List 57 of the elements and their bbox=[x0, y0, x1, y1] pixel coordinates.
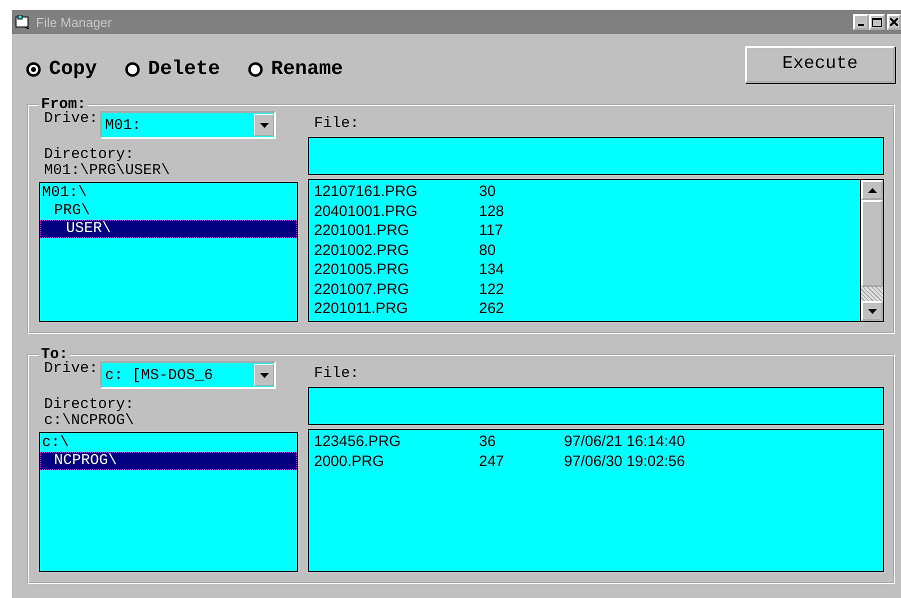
tree-item[interactable]: c:\ bbox=[40, 434, 297, 452]
tree-item[interactable]: NCPROG\ bbox=[40, 452, 297, 470]
list-cell-text: 122 bbox=[479, 280, 506, 299]
scroll-up-icon[interactable] bbox=[861, 180, 883, 200]
radio-icon[interactable] bbox=[248, 62, 264, 76]
minimize-icon[interactable] bbox=[853, 14, 869, 30]
file-list[interactable]: 123456.PRG 36 97/06/21 16:14:40 2000.PRG 247 97/06/30 19:02:56 bbox=[308, 429, 884, 572]
scrollbar[interactable] bbox=[860, 180, 883, 321]
list-cell-text: 30 bbox=[479, 182, 497, 202]
list-cell-text: 36 bbox=[479, 432, 497, 452]
directory-label: Directory: bbox=[44, 397, 136, 413]
list-cell-text: 262 bbox=[479, 299, 506, 318]
list-cell-text: 2201001.PRG bbox=[314, 221, 410, 240]
tree-item[interactable]: USER\ bbox=[40, 220, 297, 238]
list-cell-text: 2201005.PRG bbox=[314, 260, 410, 280]
tree-item[interactable]: M01:\ bbox=[40, 184, 297, 202]
drive-label: Drive: bbox=[44, 361, 98, 377]
file-list[interactable]: 12107161.PRG 30 20401001.PRG 128 2201001.PRG 117 2201002.PRG 80 2201005.PRG 134 2201007.PRG 122 2201011.PRG 262 bbox=[308, 179, 884, 322]
list-cell-text: 117 bbox=[479, 221, 504, 240]
maximize-icon[interactable] bbox=[869, 14, 885, 30]
scrollbar-track-pattern[interactable] bbox=[861, 287, 883, 301]
window-app-icon bbox=[15, 15, 31, 29]
directory-tree[interactable]: M01:\ PRG\ USER\ bbox=[39, 182, 298, 322]
list-cell-text: 2201002.PRG bbox=[314, 240, 410, 260]
file-label: File: bbox=[314, 116, 360, 132]
drive-label: Drive: bbox=[44, 111, 98, 127]
list-cell-text: 2000.PRG bbox=[314, 452, 386, 471]
list-cell-text: 123456.PRG bbox=[314, 432, 402, 452]
window-title: File Manager bbox=[36, 14, 113, 30]
scroll-down-icon[interactable] bbox=[861, 301, 883, 321]
file-label: File: bbox=[314, 366, 360, 382]
list-cell-text: 128 bbox=[479, 202, 506, 221]
list-cell-text: 20401001.PRG bbox=[314, 202, 418, 221]
list-cell-text: 247 bbox=[479, 452, 506, 471]
list-cell: 97/06/21 16:14:40 bbox=[564, 432, 685, 452]
radio-option[interactable]: Delete bbox=[125, 58, 220, 80]
list-cell-text: 2201007.PRG bbox=[314, 280, 410, 299]
directory-path: M01:\PRG\USER\ bbox=[44, 163, 172, 179]
close-icon[interactable] bbox=[887, 14, 901, 30]
radio-option[interactable]: Rename bbox=[248, 58, 344, 80]
directory-tree[interactable]: c:\ NCPROG\ bbox=[39, 432, 298, 572]
list-cell-text: 134 bbox=[479, 260, 506, 280]
file-name-field[interactable] bbox=[308, 387, 884, 425]
radio-icon[interactable] bbox=[26, 62, 41, 76]
drive-dropdown[interactable]: c: [MS-DOS_6 bbox=[100, 361, 276, 389]
list-cell-text: 2201011.PRG bbox=[314, 299, 409, 318]
list-cell: 97/06/30 19:02:56 bbox=[564, 452, 685, 471]
radio-icon[interactable] bbox=[125, 62, 140, 76]
file-name-field[interactable] bbox=[308, 137, 884, 175]
directory-label: Directory: bbox=[44, 147, 136, 163]
execute-button[interactable]: Execute bbox=[745, 46, 895, 82]
list-cell-text: 80 bbox=[479, 240, 497, 260]
tree-item[interactable]: PRG\ bbox=[40, 202, 297, 220]
drive-dropdown[interactable]: M01: bbox=[100, 111, 276, 139]
list-cell-text: 12107161.PRG bbox=[314, 182, 418, 202]
radio-option[interactable]: Copy bbox=[26, 58, 98, 80]
directory-path: c:\NCPROG\ bbox=[44, 413, 136, 429]
